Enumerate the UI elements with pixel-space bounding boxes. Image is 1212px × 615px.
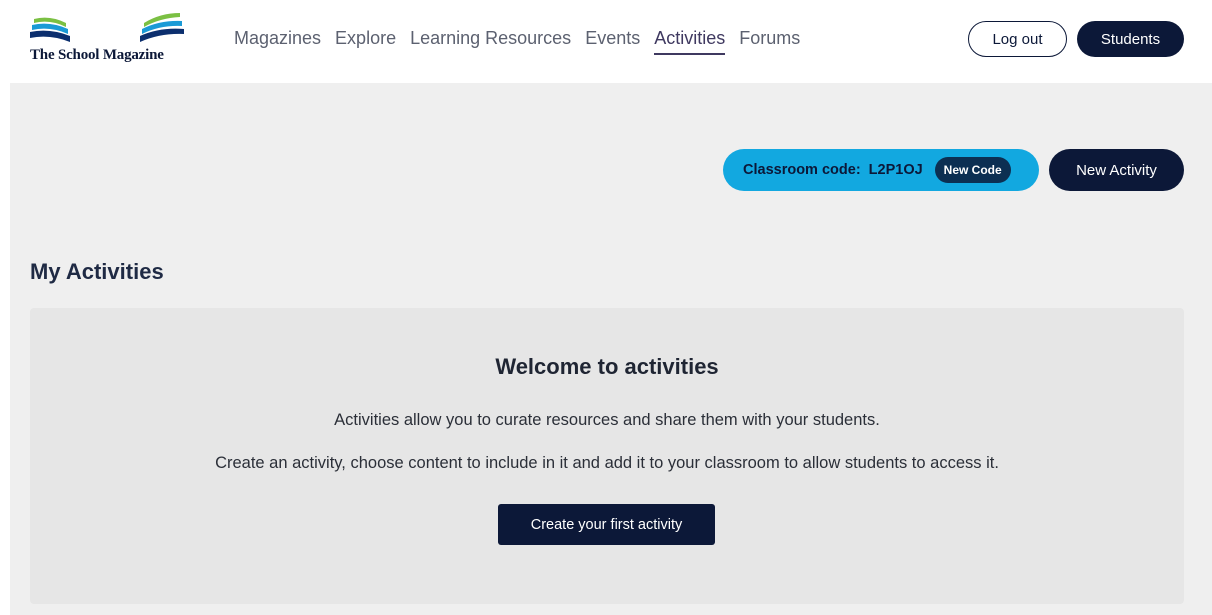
nav-item-activities[interactable]: Activities: [654, 28, 726, 55]
main-content: Classroom code: L2P1OJ New Code New Acti…: [10, 83, 1212, 615]
welcome-title: Welcome to activities: [495, 354, 719, 379]
main-nav: Magazines Explore Learning Resources Eve…: [234, 28, 814, 55]
book-logo-icon: [30, 13, 184, 42]
new-activity-button[interactable]: New Activity: [1049, 149, 1184, 191]
classroom-code-label: Classroom code:: [743, 162, 861, 178]
nav-item-events[interactable]: Events: [585, 28, 640, 53]
site-logo[interactable]: The School Magazine: [30, 13, 186, 65]
welcome-description-1: Activities allow you to curate resources…: [334, 411, 880, 429]
students-button[interactable]: Students: [1077, 21, 1184, 57]
classroom-code-pill: Classroom code: L2P1OJ New Code: [723, 149, 1039, 191]
page-title: My Activities: [30, 259, 164, 284]
logout-button[interactable]: Log out: [968, 21, 1067, 57]
site-header: The School Magazine Magazines Explore Le…: [0, 0, 1212, 83]
nav-item-magazines[interactable]: Magazines: [234, 28, 321, 53]
welcome-description-2: Create an activity, choose content to in…: [215, 454, 999, 472]
logo-text: The School Magazine: [30, 47, 164, 63]
new-code-button[interactable]: New Code: [934, 157, 1011, 183]
classroom-code-value: L2P1OJ: [868, 162, 923, 178]
nav-item-explore[interactable]: Explore: [335, 28, 396, 53]
nav-item-learning-resources[interactable]: Learning Resources: [410, 28, 571, 53]
nav-item-forums[interactable]: Forums: [739, 28, 800, 53]
welcome-card: Welcome to activities Activities allow y…: [30, 308, 1184, 604]
create-first-activity-button[interactable]: Create your first activity: [498, 504, 715, 545]
